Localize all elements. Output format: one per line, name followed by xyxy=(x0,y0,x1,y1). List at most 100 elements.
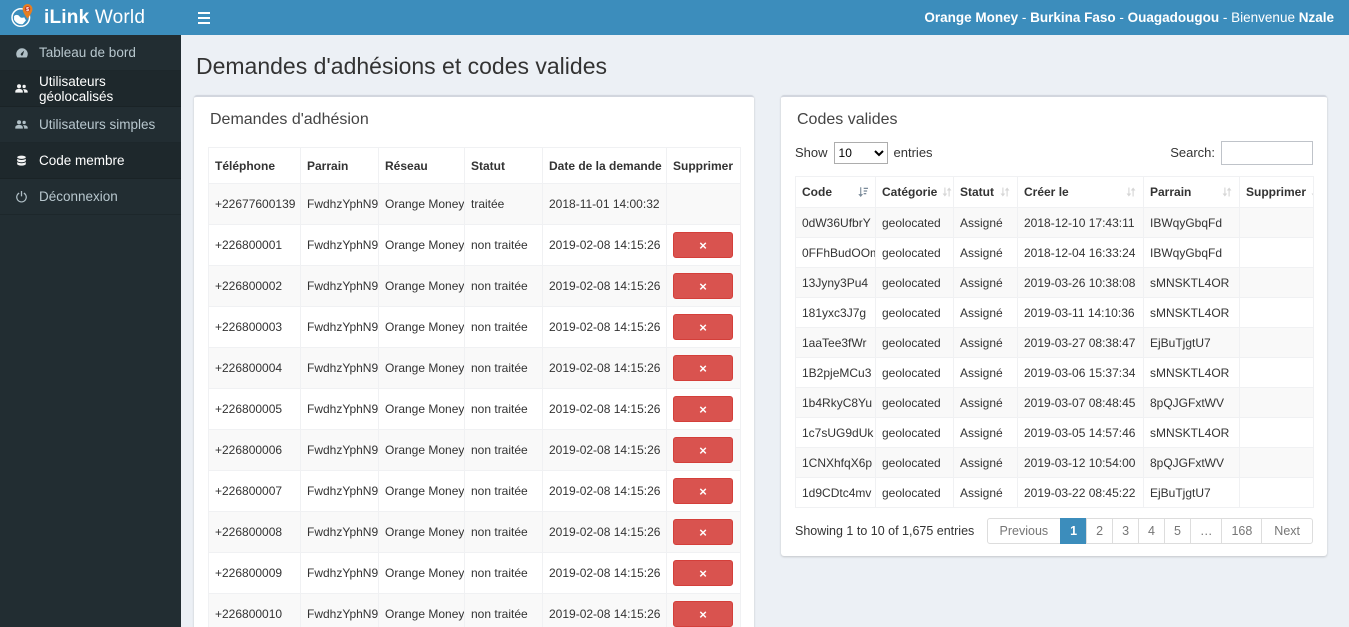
column-header-code[interactable]: Code xyxy=(795,176,876,208)
adhesion-row: +226800004 FwdhzYphN9 Orange Money non trai… xyxy=(208,347,741,389)
column-header-parrain[interactable]: Parrain xyxy=(1143,176,1240,208)
cell-parrain: 8pQJGFxtWV xyxy=(1143,387,1240,418)
cell-supprimer xyxy=(1239,267,1314,298)
user-info: Orange Money - Burkina Faso - Ouagadougo… xyxy=(924,10,1334,25)
cell-parrain: EjBuTjgtU7 xyxy=(1143,477,1240,508)
cell-telephone: +226800007 xyxy=(208,470,301,512)
cell-reseau: Orange Money xyxy=(378,306,465,348)
cell-date: 2019-02-08 14:15:26 xyxy=(542,347,667,389)
cell-code: 1c7sUG9dUk xyxy=(795,417,876,448)
brand[interactable]: $ iLink World xyxy=(0,0,181,35)
page-length-control: Show 10 entries xyxy=(795,142,933,164)
cell-telephone: +226800009 xyxy=(208,552,301,594)
cell-parrain: EjBuTjgtU7 xyxy=(1143,327,1240,358)
sidebar: Tableau de bord Utilisateurs géolocalisés… xyxy=(0,35,181,627)
sidebar-item-deconnexion[interactable]: Déconnexion xyxy=(0,179,181,215)
user-info-segment: Ouagadougou xyxy=(1127,10,1220,25)
cell-parrain: sMNSKTL4OR xyxy=(1143,267,1240,298)
delete-button[interactable]: × xyxy=(673,355,733,381)
cell-code: 1B2pjeMCu3 xyxy=(795,357,876,388)
cell-date: 2019-02-08 14:15:26 xyxy=(542,388,667,430)
cell-statut: Assigné xyxy=(953,297,1018,328)
delete-button[interactable]: × xyxy=(673,437,733,463)
delete-button[interactable]: × xyxy=(673,273,733,299)
delete-button[interactable]: × xyxy=(673,560,733,586)
pagination-page-2[interactable]: 2 xyxy=(1086,518,1114,544)
cell-parrain: FwdhzYphN9 xyxy=(300,306,379,348)
cell-date: 2019-02-08 14:15:26 xyxy=(542,511,667,553)
pagination-page-1[interactable]: 1 xyxy=(1060,518,1088,544)
users-icon xyxy=(14,82,29,96)
code-row: 13Jyny3Pu4 geolocated Assigné 2019-03-26 10… xyxy=(795,267,1314,298)
column-header-statut[interactable]: Statut xyxy=(953,176,1018,208)
cell-parrain: FwdhzYphN9 xyxy=(300,388,379,430)
pagination-next[interactable]: Next xyxy=(1261,518,1313,544)
cell-supprimer xyxy=(666,183,741,225)
sidebar-item-utilisateurs-geolocalises[interactable]: Utilisateurs géolocalisés xyxy=(0,71,181,107)
delete-button[interactable]: × xyxy=(673,519,733,545)
cell-supprimer: × xyxy=(666,429,741,471)
cell-date: 2019-02-08 14:15:26 xyxy=(542,470,667,512)
cell-statut: non traitée xyxy=(464,306,543,348)
cell-statut: non traitée xyxy=(464,265,543,307)
sort-icon xyxy=(1221,186,1233,198)
column-header-supprimer[interactable]: Supprimer xyxy=(1239,176,1314,208)
cell-supprimer xyxy=(1239,477,1314,508)
pagination-page-3[interactable]: 3 xyxy=(1112,518,1140,544)
column-header-creer-le[interactable]: Créer le xyxy=(1017,176,1144,208)
sidebar-item-label: Code membre xyxy=(39,153,125,168)
user-info-segment: - xyxy=(1219,10,1232,25)
sidebar-item-tableau-de-bord[interactable]: Tableau de bord xyxy=(0,35,181,71)
pagination-page-168[interactable]: 168 xyxy=(1221,518,1263,544)
cell-telephone: +22677600139 xyxy=(208,183,301,225)
cell-date: 2019-02-08 14:15:26 xyxy=(542,552,667,594)
cell-parrain: IBWqyGbqFd xyxy=(1143,207,1240,238)
delete-button[interactable]: × xyxy=(673,396,733,422)
pagination-page-5[interactable]: 5 xyxy=(1163,518,1191,544)
adhesion-row: +226800005 FwdhzYphN9 Orange Money non trai… xyxy=(208,388,741,430)
cell-code: 13Jyny3Pu4 xyxy=(795,267,876,298)
globe-pin-logo-icon: $ xyxy=(10,2,37,34)
cell-parrain: FwdhzYphN9 xyxy=(300,470,379,512)
page-title: Demandes d'adhésions et codes valides xyxy=(196,53,607,79)
top-navbar: Orange Money - Burkina Faso - Ouagadougo… xyxy=(181,0,1349,35)
cell-statut: non traitée xyxy=(464,593,543,627)
cell-supprimer: × xyxy=(666,265,741,307)
cell-supprimer xyxy=(1239,297,1314,328)
pagination-page-4[interactable]: 4 xyxy=(1138,518,1165,544)
adhesion-row: +226800006 FwdhzYphN9 Orange Money non trai… xyxy=(208,429,741,471)
search-input[interactable] xyxy=(1221,141,1313,165)
page-length-select[interactable]: 10 xyxy=(833,142,888,164)
adhesion-row: +226800008 FwdhzYphN9 Orange Money non trai… xyxy=(208,511,741,553)
pagination-previous[interactable]: Previous xyxy=(986,518,1062,544)
cell-statut: non traitée xyxy=(464,224,543,266)
power-icon xyxy=(14,190,29,203)
sidebar-toggle-menu-icon[interactable] xyxy=(196,5,212,31)
delete-button[interactable]: × xyxy=(673,478,733,504)
column-header-date-de-la-demande: Date de la demande xyxy=(542,147,667,184)
delete-button[interactable]: × xyxy=(673,314,733,340)
delete-button[interactable]: × xyxy=(673,232,733,258)
cell-parrain: FwdhzYphN9 xyxy=(300,429,379,471)
cell-code: 0FFhBudOOm xyxy=(795,237,876,268)
cell-statut: traitée xyxy=(464,183,543,225)
cell-creer_le: 2019-03-06 15:37:34 xyxy=(1017,357,1144,388)
column-header-reseau: Réseau xyxy=(378,147,465,184)
delete-button[interactable]: × xyxy=(673,601,733,627)
adhesion-row: +226800001 FwdhzYphN9 Orange Money non trai… xyxy=(208,224,741,266)
codes-table: Code Catégorie Statut Créer le Parrain Suppri… xyxy=(795,176,1314,508)
cell-reseau: Orange Money xyxy=(378,265,465,307)
cell-creer_le: 2019-03-11 14:10:36 xyxy=(1017,297,1144,328)
code-row: 1B2pjeMCu3 geolocated Assigné 2019-03-06 15… xyxy=(795,357,1314,388)
sidebar-item-code-membre[interactable]: Code membre xyxy=(0,143,181,179)
cell-supprimer: × xyxy=(666,347,741,389)
cell-date: 2019-02-08 14:15:26 xyxy=(542,306,667,348)
cell-creer_le: 2019-03-05 14:57:46 xyxy=(1017,417,1144,448)
cell-statut: non traitée xyxy=(464,429,543,471)
cell-reseau: Orange Money xyxy=(378,429,465,471)
column-header-categorie[interactable]: Catégorie xyxy=(875,176,954,208)
pagination: Previous 1 2 3 4 5… 168 Next xyxy=(986,518,1313,544)
sidebar-item-utilisateurs-simples[interactable]: Utilisateurs simples xyxy=(0,107,181,143)
sidebar-item-label: Déconnexion xyxy=(39,189,118,204)
cell-reseau: Orange Money xyxy=(378,470,465,512)
